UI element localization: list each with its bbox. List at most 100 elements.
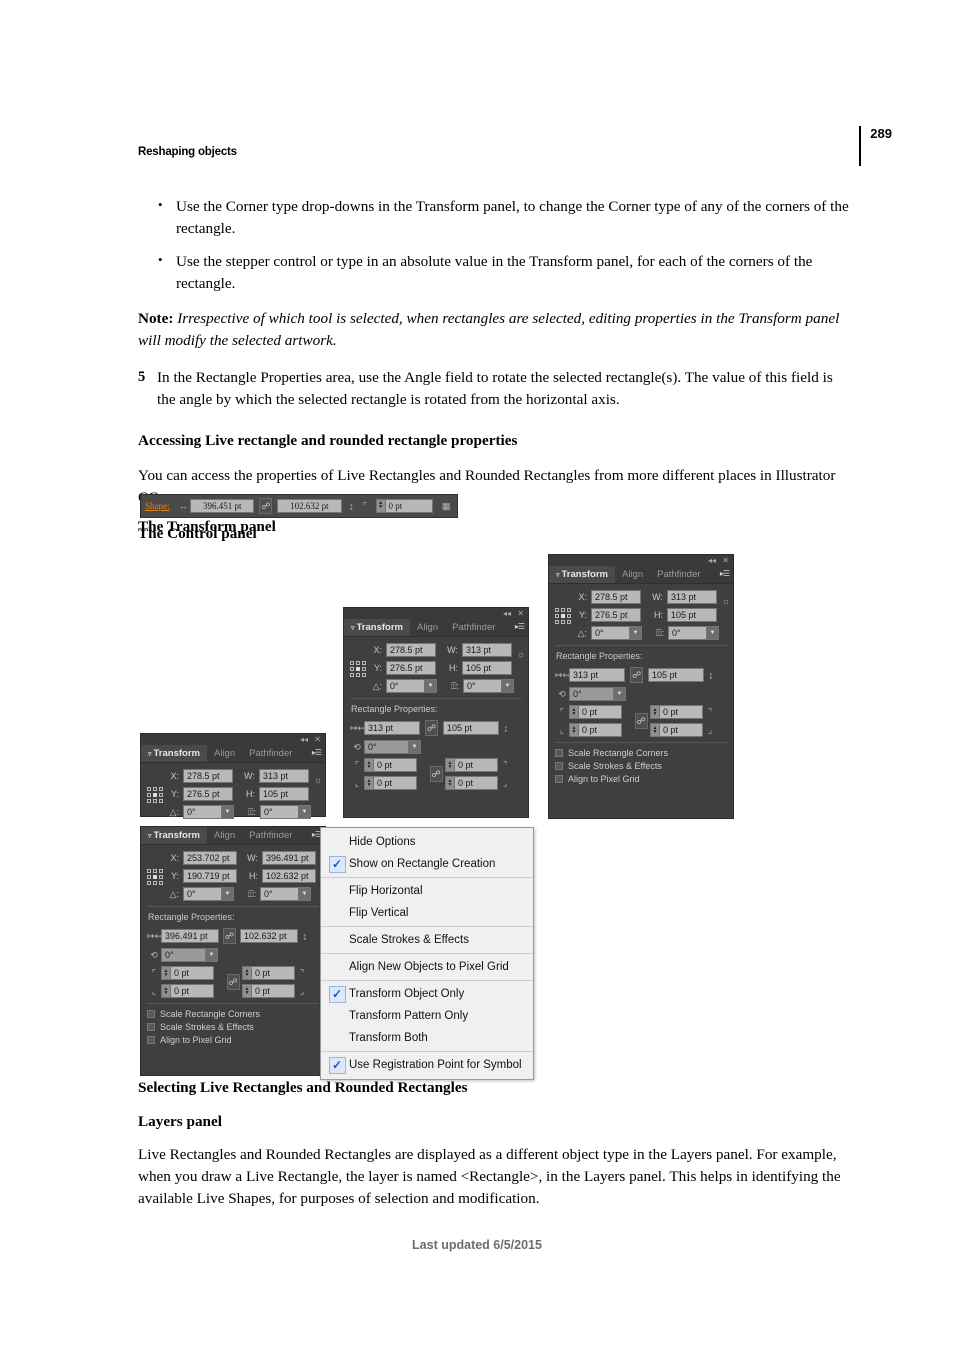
- shear-input[interactable]: 0°: [260, 887, 298, 901]
- transform-panel-center[interactable]: ◂◂ ✕ ▿ Transform Align Pathfinder ▸☰ X: 2…: [343, 607, 529, 818]
- corner-top-right-icon[interactable]: ⌝: [295, 968, 309, 979]
- rp-width-input[interactable]: 396.491 pt: [161, 929, 219, 943]
- control-width-input[interactable]: 396.451 pt: [190, 499, 255, 513]
- corner-bottom-right-icon[interactable]: ⌟: [295, 986, 309, 997]
- scale-rect-corners-checkbox[interactable]: [555, 749, 563, 757]
- rp-height-input[interactable]: 105 pt: [648, 668, 704, 682]
- align-pixel-grid-checkbox[interactable]: [147, 1036, 155, 1044]
- corner-tl-input[interactable]: 0 pt: [373, 758, 417, 772]
- reference-point-widget[interactable]: [350, 661, 366, 677]
- tab-pathfinder[interactable]: Pathfinder: [242, 745, 299, 762]
- rp-height-input[interactable]: 102.632 pt: [240, 929, 298, 943]
- close-icon[interactable]: ✕: [314, 735, 321, 744]
- corner-bl-stepper[interactable]: ▲ ▼: [569, 723, 578, 737]
- tab-align[interactable]: Align: [207, 827, 242, 844]
- corner-bottom-right-icon[interactable]: ⌟: [703, 725, 717, 736]
- link-width-height-icon[interactable]: ☍: [425, 720, 438, 736]
- rp-angle-dropdown[interactable]: 0° ▼: [569, 687, 626, 701]
- menu-item-flip-horizontal[interactable]: Flip Horizontal: [321, 880, 533, 902]
- panel-flyout-menu-icon[interactable]: ▸☰: [720, 569, 730, 578]
- close-icon[interactable]: ✕: [722, 556, 729, 565]
- scale-strokes-row[interactable]: Scale Strokes & Effects: [555, 761, 727, 771]
- constrain-proportions-icon[interactable]: ☍: [259, 498, 273, 514]
- tab-align[interactable]: Align: [207, 745, 242, 762]
- corner-type-icon[interactable]: ⌜: [358, 501, 372, 512]
- y-input[interactable]: 276.5 pt: [386, 661, 436, 675]
- scale-rect-corners-checkbox[interactable]: [147, 1010, 155, 1018]
- corner-bottom-left-icon[interactable]: ⌞: [350, 778, 364, 789]
- menu-item-hide-options[interactable]: Hide Options: [321, 831, 533, 853]
- corner-bl-input[interactable]: 0 pt: [373, 776, 417, 790]
- tab-align[interactable]: Align: [410, 619, 445, 636]
- menu-item-transform-pattern-only[interactable]: Transform Pattern Only: [321, 1005, 533, 1027]
- chevron-down-icon[interactable]: ▼: [629, 626, 642, 640]
- corner-br-input[interactable]: 0 pt: [454, 776, 498, 790]
- rp-angle-dropdown[interactable]: 0° ▼: [161, 948, 218, 962]
- h-input[interactable]: 105 pt: [667, 608, 717, 622]
- collapse-icon[interactable]: ◂◂: [300, 735, 308, 744]
- corner-top-right-icon[interactable]: ⌝: [498, 760, 512, 771]
- shear-dropdown[interactable]: 0° ▼: [463, 679, 514, 693]
- shear-input[interactable]: 0°: [260, 805, 298, 819]
- chevron-down-icon[interactable]: ▼: [221, 887, 234, 901]
- menu-item-transform-object-only[interactable]: ✓ Transform Object Only: [321, 983, 533, 1005]
- corner-br-stepper[interactable]: ▲ ▼: [242, 984, 251, 998]
- tab-align[interactable]: Align: [615, 566, 650, 583]
- shear-input[interactable]: 0°: [463, 679, 501, 693]
- corner-tr-input[interactable]: 0 pt: [251, 966, 295, 980]
- chevron-down-icon[interactable]: ▼: [298, 805, 311, 819]
- corner-tl-stepper[interactable]: ▲ ▼: [161, 966, 170, 980]
- y-input[interactable]: 190.719 pt: [183, 869, 237, 883]
- menu-item-show-on-rectangle-creation[interactable]: ✓ Show on Rectangle Creation: [321, 853, 533, 875]
- x-input[interactable]: 278.5 pt: [386, 643, 436, 657]
- chevron-down-icon[interactable]: ▼: [221, 805, 234, 819]
- collapse-icon[interactable]: ◂◂: [503, 609, 511, 618]
- scale-rect-corners-row[interactable]: Scale Rectangle Corners: [555, 748, 727, 758]
- panel-flyout-menu-icon[interactable]: ▸☰: [312, 748, 322, 757]
- rp-width-input[interactable]: 313 pt: [569, 668, 625, 682]
- reference-point-widget[interactable]: [147, 787, 163, 803]
- rotate-input[interactable]: 0°: [183, 887, 221, 901]
- link-corners-icon[interactable]: ☍: [226, 974, 240, 990]
- chevron-down-icon[interactable]: ▼: [408, 740, 421, 754]
- menu-item-transform-both[interactable]: Transform Both: [321, 1027, 533, 1049]
- collapse-icon[interactable]: ◂◂: [708, 556, 716, 565]
- align-pixel-grid-row[interactable]: Align to Pixel Grid: [555, 774, 727, 784]
- control-corner-radius-input[interactable]: 0 pt: [384, 499, 434, 513]
- control-height-input[interactable]: 102.632 pt: [277, 499, 342, 513]
- tab-transform[interactable]: ▿ Transform: [141, 745, 207, 762]
- menu-item-flip-vertical[interactable]: Flip Vertical: [321, 902, 533, 924]
- link-corners-icon[interactable]: ☍: [429, 766, 443, 782]
- menu-item-use-registration-point-for-symbol[interactable]: ✓ Use Registration Point for Symbol: [321, 1054, 533, 1076]
- rotate-input[interactable]: 0°: [591, 626, 629, 640]
- rotate-dropdown[interactable]: 0° ▼: [183, 887, 234, 901]
- rp-angle-dropdown[interactable]: 0° ▼: [364, 740, 421, 754]
- rotate-input[interactable]: 0°: [386, 679, 424, 693]
- reference-point-widget[interactable]: [555, 608, 571, 624]
- x-input[interactable]: 253.702 pt: [183, 851, 237, 865]
- corner-tr-stepper[interactable]: ▲ ▼: [445, 758, 454, 772]
- menu-item-scale-strokes-effects[interactable]: Scale Strokes & Effects: [321, 929, 533, 951]
- corner-bottom-left-icon[interactable]: ⌞: [555, 725, 569, 736]
- chevron-down-icon[interactable]: ▼: [298, 887, 311, 901]
- scale-strokes-checkbox[interactable]: [555, 762, 563, 770]
- chevron-down-icon[interactable]: ▼: [501, 679, 514, 693]
- x-input[interactable]: 278.5 pt: [183, 769, 233, 783]
- rp-height-input[interactable]: 105 pt: [443, 721, 499, 735]
- panel-tab-bar[interactable]: ▿ Transform Align Pathfinder ▸☰: [141, 827, 325, 845]
- tab-pathfinder[interactable]: Pathfinder: [650, 566, 707, 583]
- shear-dropdown[interactable]: 0° ▼: [668, 626, 719, 640]
- corner-top-right-icon[interactable]: ⌝: [703, 707, 717, 718]
- panel-tab-bar[interactable]: ▿ Transform Align Pathfinder ▸☰: [549, 566, 733, 584]
- tab-pathfinder[interactable]: Pathfinder: [445, 619, 502, 636]
- corner-tr-stepper[interactable]: ▲ ▼: [242, 966, 251, 980]
- panel-tab-bar[interactable]: ▿ Transform Align Pathfinder ▸☰: [344, 619, 528, 637]
- transform-reset-icon[interactable]: ☼: [719, 596, 733, 606]
- rotate-dropdown[interactable]: 0° ▼: [386, 679, 437, 693]
- corner-bl-stepper[interactable]: ▲ ▼: [364, 776, 373, 790]
- corner-bl-input[interactable]: 0 pt: [170, 984, 214, 998]
- scale-strokes-checkbox[interactable]: [147, 1023, 155, 1031]
- scale-strokes-row[interactable]: Scale Strokes & Effects: [147, 1022, 319, 1032]
- link-width-height-icon[interactable]: ☍: [223, 928, 236, 944]
- shear-dropdown[interactable]: 0° ▼: [260, 887, 311, 901]
